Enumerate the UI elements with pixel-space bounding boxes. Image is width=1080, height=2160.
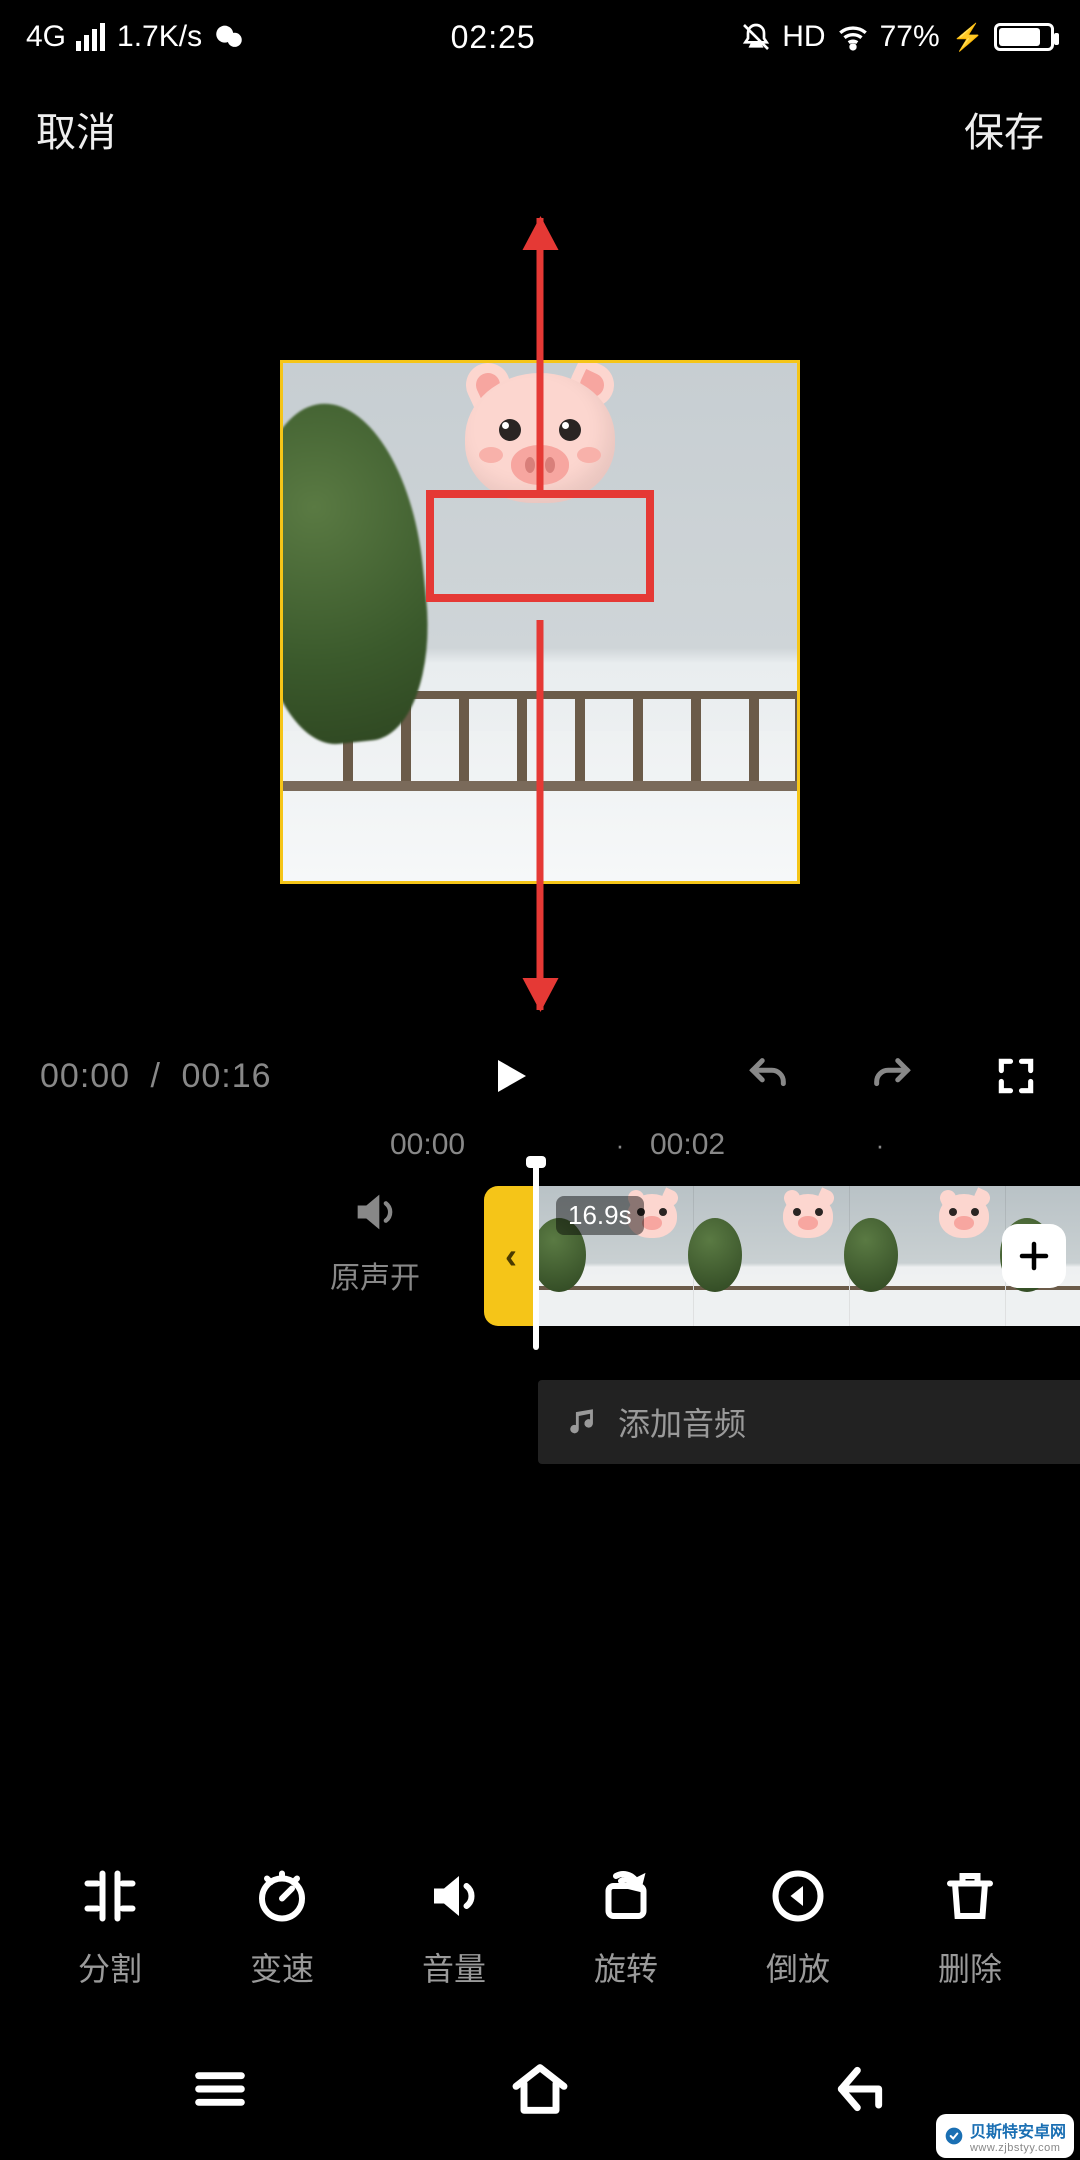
status-time: 02:25 xyxy=(451,19,536,56)
save-button[interactable]: 保存 xyxy=(964,100,1044,158)
tool-speed[interactable]: 变速 xyxy=(250,1866,314,1990)
time-current: 00:00 xyxy=(40,1057,130,1095)
nav-home-button[interactable] xyxy=(508,2057,572,2126)
clip[interactable]: 16.9s xyxy=(538,1186,1080,1326)
play-button[interactable] xyxy=(484,1052,532,1100)
wifi-icon xyxy=(836,20,870,54)
dnd-icon xyxy=(740,21,772,53)
nav-menu-button[interactable] xyxy=(188,2057,252,2126)
battery-icon xyxy=(994,23,1054,51)
add-audio-label: 添加音频 xyxy=(618,1399,746,1445)
music-note-icon xyxy=(566,1405,600,1439)
fullscreen-button[interactable] xyxy=(992,1052,1040,1100)
timeline-ruler[interactable]: 00:00 · 00:02 · xyxy=(0,1110,1080,1180)
status-bar: 4G 1.7K/s 02:25 HD 77% ⚡ xyxy=(0,0,1080,64)
clip-left-handle[interactable]: ‹ xyxy=(484,1186,538,1326)
clip-track[interactable]: ‹ 16.9s xyxy=(484,1186,1080,1326)
wechat-icon xyxy=(212,20,246,54)
watermark-url: www.zjbstyy.com xyxy=(970,2142,1066,2154)
cancel-button[interactable]: 取消 xyxy=(36,100,116,158)
hd-label: HD xyxy=(782,20,825,54)
clip-duration-badge: 16.9s xyxy=(556,1196,644,1235)
add-audio-button[interactable]: 添加音频 xyxy=(538,1380,1080,1464)
time-total: 00:16 xyxy=(181,1057,271,1095)
network-type: 4G xyxy=(26,20,66,54)
redo-button[interactable] xyxy=(868,1052,916,1100)
undo-button[interactable] xyxy=(744,1052,792,1100)
annotation-arrow-down xyxy=(537,620,544,1010)
nav-back-button[interactable] xyxy=(828,2057,892,2126)
watermark-icon xyxy=(944,2126,964,2146)
tool-delete[interactable]: 删除 xyxy=(938,1866,1002,1990)
preview-area xyxy=(0,194,1080,1026)
watermark: 贝斯特安卓网 www.zjbstyy.com xyxy=(936,2114,1074,2158)
timeline[interactable]: 原声开 ‹ 16.9s xyxy=(0,1186,1080,1346)
watermark-title: 贝斯特安卓网 xyxy=(970,2124,1066,2141)
status-right: HD 77% ⚡ xyxy=(740,20,1054,54)
ruler-tick: 00:02 xyxy=(650,1128,850,1162)
tool-volume[interactable]: 音量 xyxy=(422,1866,486,1990)
tool-split[interactable]: 分割 xyxy=(78,1866,142,1990)
playhead[interactable] xyxy=(533,1160,539,1350)
signal-icon xyxy=(76,23,105,51)
add-clip-button[interactable] xyxy=(1002,1224,1066,1288)
original-sound-toggle[interactable]: 原声开 xyxy=(320,1186,430,1297)
video-preview[interactable] xyxy=(280,190,800,1026)
status-left: 4G 1.7K/s xyxy=(26,20,246,54)
battery-pct: 77% xyxy=(880,20,940,54)
network-speed: 1.7K/s xyxy=(117,20,202,54)
tool-reverse[interactable]: 倒放 xyxy=(766,1866,830,1990)
annotation-arrow-up xyxy=(537,218,544,496)
original-sound-label: 原声开 xyxy=(320,1253,430,1297)
playback-row: 00:00 / 00:16 xyxy=(0,1026,1080,1110)
tool-rotate[interactable]: 旋转 xyxy=(594,1866,658,1990)
editor-top-bar: 取消 保存 xyxy=(0,64,1080,194)
annotation-box xyxy=(426,490,654,602)
tool-bar: 分割 变速 音量 旋转 倒放 删除 xyxy=(0,1866,1080,1990)
system-nav-bar xyxy=(0,2036,1080,2146)
charging-icon: ⚡ xyxy=(952,22,984,53)
timecode: 00:00 / 00:16 xyxy=(40,1057,272,1096)
ruler-tick: 00:00 xyxy=(390,1128,590,1162)
